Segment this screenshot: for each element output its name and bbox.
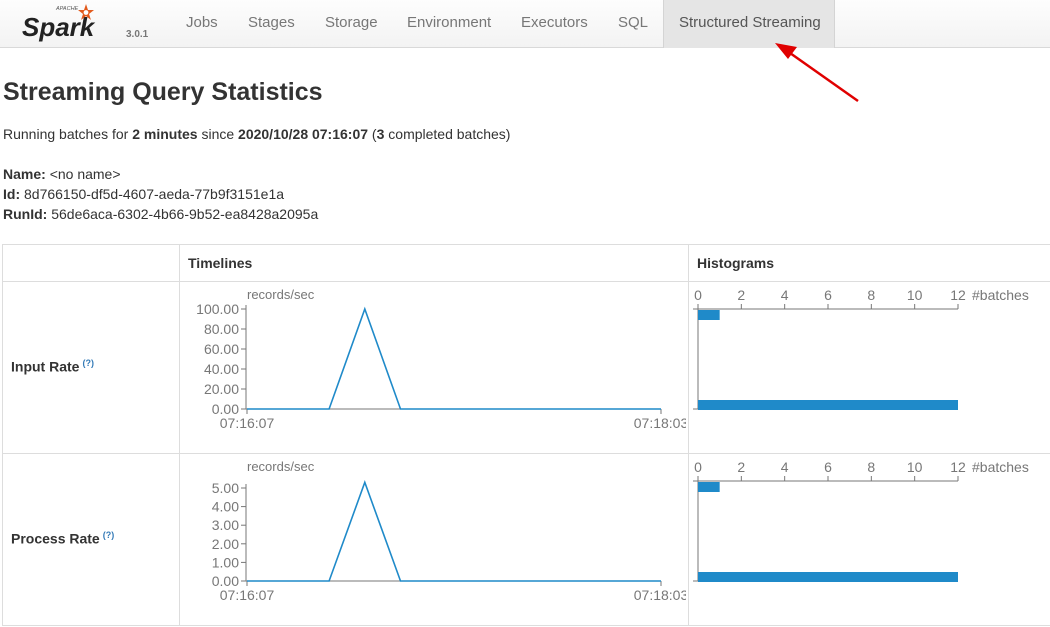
histogram-bar [698, 310, 720, 320]
x-tick-label: 12 [950, 459, 966, 475]
x-tick-label: 6 [824, 287, 832, 303]
tab-sql[interactable]: SQL [603, 0, 663, 48]
tab-environment[interactable]: Environment [392, 0, 506, 48]
histogram-bar [698, 482, 720, 492]
y-tick-label: 2.00 [212, 536, 239, 552]
x-tick-label: 10 [907, 287, 923, 303]
x-tick-label: 0 [694, 287, 702, 303]
tab-jobs[interactable]: Jobs [171, 0, 233, 48]
timeline-series-line [247, 480, 661, 582]
x-tick-label: 6 [824, 459, 832, 475]
run-duration: 2 minutes [132, 126, 198, 142]
x-tick-label: 0 [694, 459, 702, 475]
query-id-line: Id: 8d766150-df5d-4607-aeda-77b9f3151e1a [3, 186, 284, 202]
x-tick-label: 07:18:03 [634, 415, 686, 431]
y-axis-label: records/sec [247, 459, 315, 474]
input-rate-timeline-chart: records/sec0.0020.0040.0060.0080.00100.0… [196, 287, 686, 431]
input-rate-help-icon[interactable]: (?) [82, 358, 94, 368]
x-tick-label: 4 [781, 287, 789, 303]
process-rate-histogram-chart: 0 2 4 6 8 10 12 #batches [693, 459, 1029, 582]
histograms-header: Histograms [697, 255, 775, 271]
tab-structured-streaming[interactable]: Structured Streaming [663, 0, 835, 48]
x-tick-label: 4 [781, 459, 789, 475]
timeline-series-line [247, 306, 661, 410]
timelines-header: Timelines [188, 255, 253, 271]
y-tick-label: 20.00 [204, 381, 239, 397]
y-tick-label: 100.00 [196, 301, 239, 317]
run-start-time: 2020/10/28 07:16:07 [238, 126, 369, 142]
y-tick-label: 4.00 [212, 499, 239, 515]
y-tick-label: 3.00 [212, 517, 239, 533]
spark-version: 3.0.1 [126, 29, 149, 40]
process-rate-timeline-chart: records/sec0.001.002.003.004.005.0007:16… [212, 459, 686, 603]
x-tick-label: 12 [950, 287, 966, 303]
histogram-bar [698, 400, 958, 410]
page-title: Streaming Query Statistics [3, 78, 323, 106]
x-axis-label: #batches [972, 287, 1029, 303]
x-axis-label: #batches [972, 459, 1029, 475]
query-name-line: Name: <no name> [3, 166, 121, 182]
completed-batch-count: 3 [376, 126, 385, 142]
x-tick-label: 07:18:03 [634, 587, 686, 603]
name-label: Name: [3, 166, 46, 182]
histogram-bar [698, 572, 958, 582]
x-tick-label: 2 [737, 459, 745, 475]
run-summary: Running batches for 2 minutes since 2020… [3, 126, 511, 142]
id-label: Id: [3, 186, 21, 202]
input-rate-label: Input Rate (?) [11, 358, 94, 375]
y-tick-label: 80.00 [204, 321, 239, 337]
runid-value: 56de6aca-6302-4b66-9b52-ea8428a2095a [51, 206, 319, 222]
id-value: 8d766150-df5d-4607-aeda-77b9f3151e1a [24, 186, 285, 202]
x-tick-label: 07:16:07 [220, 587, 275, 603]
y-tick-label: 1.00 [212, 554, 239, 570]
query-runid-line: RunId: 56de6aca-6302-4b66-9b52-ea8428a20… [3, 206, 318, 222]
y-tick-label: 60.00 [204, 341, 239, 357]
top-navbar: APACHE Spark 3.0.1 Jobs Stages Storage E… [0, 0, 1050, 48]
tab-executors[interactable]: Executors [506, 0, 603, 48]
y-tick-label: 5.00 [212, 480, 239, 496]
runid-label: RunId: [3, 206, 48, 222]
x-tick-label: 07:16:07 [220, 415, 275, 431]
x-tick-label: 10 [907, 459, 923, 475]
input-rate-histogram-chart: 0 2 4 6 8 10 12 #batches [693, 287, 1029, 410]
y-axis-label: records/sec [247, 287, 315, 302]
process-rate-label: Process Rate (?) [11, 530, 115, 547]
x-tick-label: 2 [737, 287, 745, 303]
name-value: <no name> [49, 166, 121, 182]
x-tick-label: 8 [867, 459, 875, 475]
x-tick-label: 8 [867, 287, 875, 303]
process-rate-help-icon[interactable]: (?) [103, 530, 115, 540]
tab-storage[interactable]: Storage [310, 0, 393, 48]
tab-stages[interactable]: Stages [233, 0, 310, 48]
y-tick-label: 40.00 [204, 361, 239, 377]
spark-logo[interactable]: APACHE Spark 3.0.1 [22, 2, 148, 46]
